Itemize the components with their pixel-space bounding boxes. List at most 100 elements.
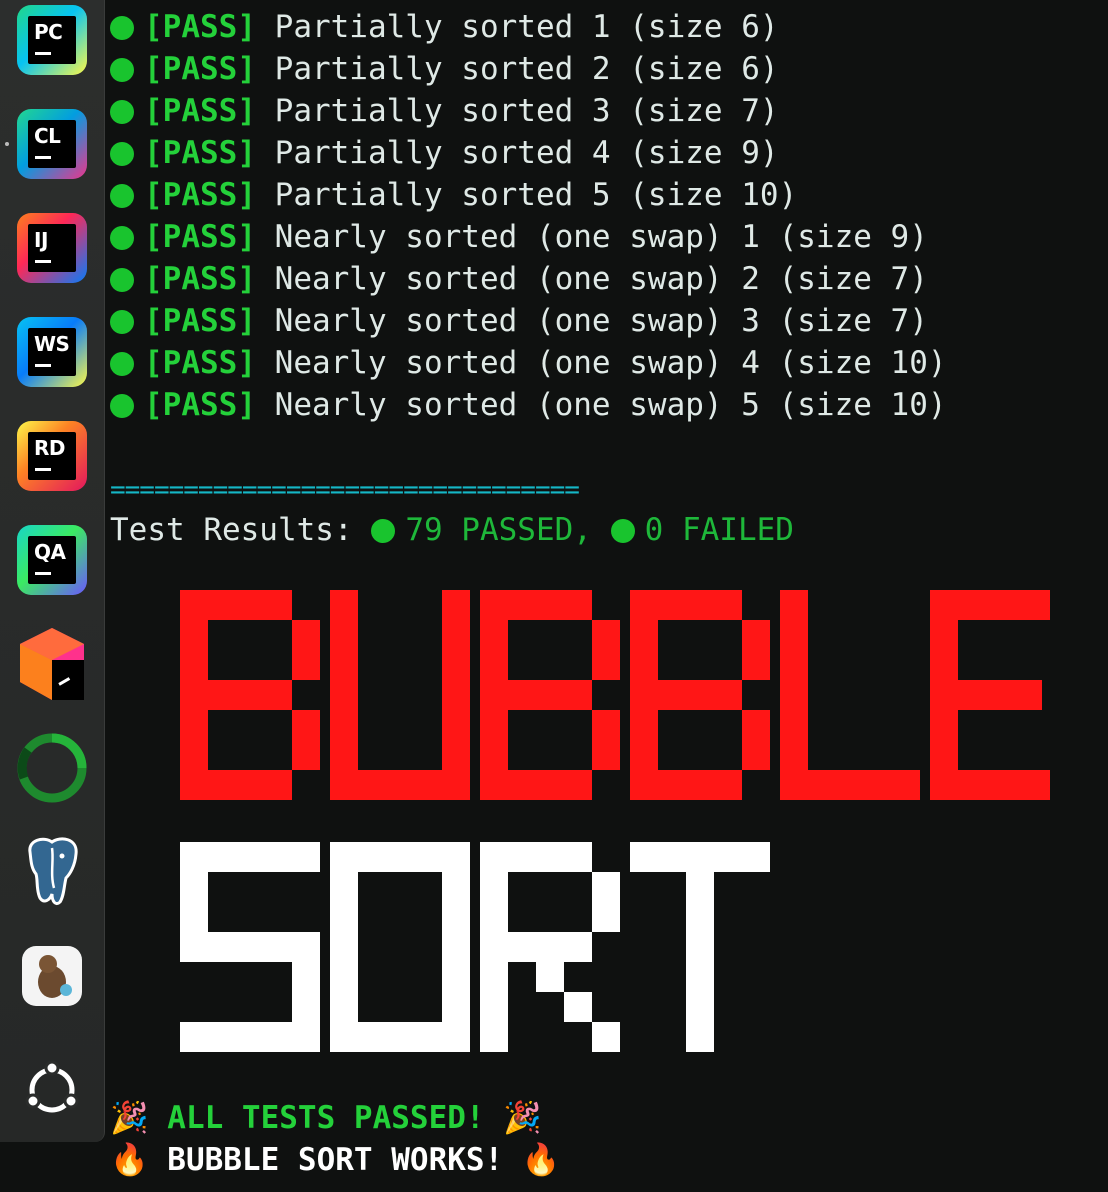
- pixel-block: [742, 842, 770, 872]
- pixel-block: [180, 842, 208, 872]
- aqua-app-icon[interactable]: QA: [14, 522, 90, 598]
- test-result-line: [PASS] Partially sorted 4 (size 9): [110, 133, 779, 173]
- pixel-block: [630, 680, 658, 710]
- pixel-block: [264, 590, 292, 620]
- pass-status: [PASS]: [144, 219, 256, 255]
- all-tests-passed-text: ALL TESTS PASSED!: [167, 1100, 485, 1136]
- webstorm-app-icon[interactable]: WS: [14, 314, 90, 390]
- test-name: Nearly sorted (one swap) 3 (size 7): [274, 303, 928, 339]
- pixel-block: [780, 620, 808, 650]
- postgresql-elephant-icon[interactable]: [14, 834, 90, 910]
- pixel-block: [330, 842, 358, 872]
- pixel-block: [592, 902, 620, 932]
- ubuntu-show-apps-icon[interactable]: [14, 1052, 90, 1128]
- pass-status: [PASS]: [144, 135, 256, 171]
- test-result-line: [PASS] Nearly sorted (one swap) 1 (size …: [110, 217, 928, 257]
- pixel-block: [780, 590, 808, 620]
- pixel-block: [592, 650, 620, 680]
- test-result-line: [PASS] Nearly sorted (one swap) 3 (size …: [110, 301, 928, 341]
- pixel-block: [414, 1022, 442, 1052]
- pixel-block: [1014, 770, 1042, 800]
- pixel-block: [630, 590, 658, 620]
- test-name: Nearly sorted (one swap) 5 (size 10): [274, 387, 947, 423]
- failed-dot-icon: [610, 519, 635, 543]
- pixel-block: [330, 620, 358, 650]
- pixel-block: [236, 932, 264, 962]
- fire-icon: 🔥: [521, 1142, 561, 1178]
- pass-dot-icon: [110, 394, 134, 418]
- pixel-block: [986, 680, 1014, 710]
- pixel-block: [630, 770, 658, 800]
- pixel-block: [808, 770, 836, 800]
- fork-git-client-icon[interactable]: [14, 938, 90, 1014]
- pixel-block: [592, 710, 620, 740]
- pixel-block: [180, 740, 208, 770]
- pixel-block: [480, 1022, 508, 1052]
- pixel-block: [386, 1022, 414, 1052]
- pixel-block: [208, 680, 236, 710]
- clion-app-icon[interactable]: CL: [14, 106, 90, 182]
- pixel-block: [292, 710, 320, 740]
- pixel-block: [686, 680, 714, 710]
- pixel-block: [658, 590, 686, 620]
- pixel-block: [536, 932, 564, 962]
- pixel-block: [780, 680, 808, 710]
- pixel-block: [330, 992, 358, 1022]
- dock: PC CL IJ WS RD QA: [0, 0, 105, 1142]
- pixel-block: [864, 770, 892, 800]
- pixel-block: [630, 620, 658, 650]
- pixel-block: [508, 590, 536, 620]
- pixel-block: [536, 962, 564, 992]
- pixel-block: [986, 590, 1014, 620]
- party-icon: 🎉: [110, 1100, 149, 1136]
- pixel-block: [180, 872, 208, 902]
- pixel-block: [208, 842, 236, 872]
- pixel-block: [480, 740, 508, 770]
- pixel-block: [930, 650, 958, 680]
- pixel-block: [930, 740, 958, 770]
- pixel-block: [292, 650, 320, 680]
- pixel-block: [180, 710, 208, 740]
- bubble-ascii-art-word: [180, 590, 1050, 800]
- pycharm-app-icon[interactable]: PC: [14, 2, 90, 78]
- pixel-block: [686, 962, 714, 992]
- pixel-block: [742, 710, 770, 740]
- pixel-block: [564, 590, 592, 620]
- pixel-block: [930, 620, 958, 650]
- pixel-block: [442, 590, 470, 620]
- pixel-block: [1042, 770, 1050, 800]
- pixel-block: [564, 992, 592, 1022]
- jetbrains-toolbox-icon[interactable]: [14, 626, 90, 702]
- rider-app-icon[interactable]: RD: [14, 418, 90, 494]
- passed-count: 79 PASSED,: [405, 512, 592, 548]
- pixel-block: [480, 770, 508, 800]
- pixel-block: [330, 932, 358, 962]
- pixel-block: [714, 770, 742, 800]
- pixel-block: [180, 680, 208, 710]
- pixel-block: [330, 590, 358, 620]
- pass-dot-icon: [110, 226, 134, 250]
- pixel-block: [564, 842, 592, 872]
- pass-dot-icon: [110, 352, 134, 376]
- ring-app-icon[interactable]: [14, 730, 90, 806]
- pass-status: [PASS]: [144, 93, 256, 129]
- pixel-block: [780, 770, 808, 800]
- intellij-app-icon[interactable]: IJ: [14, 210, 90, 286]
- pixel-block: [264, 770, 292, 800]
- pixel-block: [264, 1022, 292, 1052]
- pixel-block: [686, 770, 714, 800]
- pixel-block: [480, 650, 508, 680]
- pixel-block: [358, 842, 386, 872]
- pixel-block: [592, 872, 620, 902]
- pass-status: [PASS]: [144, 387, 256, 423]
- pixel-block: [180, 932, 208, 962]
- test-name: Nearly sorted (one swap) 2 (size 7): [274, 261, 928, 297]
- pixel-block: [442, 962, 470, 992]
- running-indicator: [5, 142, 9, 146]
- pass-status: [PASS]: [144, 345, 256, 381]
- pixel-block: [264, 842, 292, 872]
- fire-icon: 🔥: [110, 1142, 149, 1178]
- test-result-line: [PASS] Partially sorted 2 (size 6): [110, 49, 779, 89]
- pixel-block: [686, 590, 714, 620]
- test-name: Nearly sorted (one swap) 4 (size 10): [274, 345, 947, 381]
